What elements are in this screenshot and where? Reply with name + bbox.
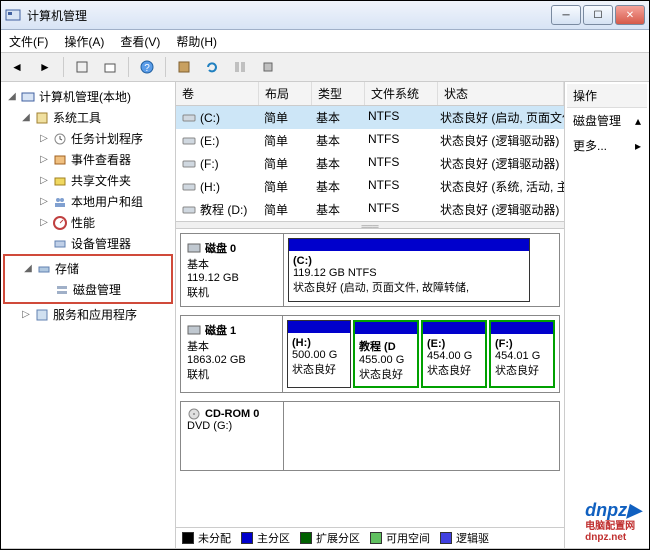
- col-layout: 布局: [259, 82, 312, 105]
- col-status: 状态: [438, 82, 564, 105]
- drive-icon: [182, 181, 196, 193]
- menu-file[interactable]: 文件(F): [9, 33, 48, 50]
- col-fs: 文件系统: [365, 82, 438, 105]
- menubar: 文件(F) 操作(A) 查看(V) 帮助(H): [1, 30, 649, 53]
- disk-row[interactable]: 磁盘 1基本1863.02 GB联机(H:)500.00 G状态良好教程 (D4…: [180, 315, 560, 393]
- tree-shared-folders[interactable]: ▷共享文件夹: [3, 170, 173, 191]
- menu-help[interactable]: 帮助(H): [176, 33, 217, 50]
- actions-pane: 操作 磁盘管理▴ 更多...▸: [565, 82, 649, 548]
- center-pane: 卷 布局 类型 文件系统 状态 (C:)简单基本NTFS状态良好 (启动, 页面…: [176, 82, 565, 548]
- tool-button-1[interactable]: [172, 55, 196, 79]
- volume-row[interactable]: (H:)简单基本NTFS状态良好 (系统, 活动, 主分区): [176, 175, 564, 198]
- tree-performance[interactable]: ▷性能: [3, 212, 173, 233]
- maximize-button[interactable]: ☐: [583, 5, 613, 25]
- disk-row[interactable]: CD-ROM 0DVD (G:): [180, 401, 560, 471]
- nav-tree[interactable]: ◢计算机管理(本地) ◢系统工具 ▷任务计划程序 ▷事件查看器 ▷共享文件夹 ▷…: [1, 82, 176, 548]
- partition[interactable]: 教程 (D455.00 G状态良好: [353, 320, 419, 388]
- tree-services[interactable]: ▷服务和应用程序: [3, 304, 173, 325]
- menu-view[interactable]: 查看(V): [120, 33, 160, 50]
- partition[interactable]: (E:)454.00 G状态良好: [421, 320, 487, 388]
- partition[interactable]: (C:)119.12 GB NTFS状态良好 (启动, 页面文件, 故障转储,: [288, 238, 530, 302]
- legend: 未分配 主分区 扩展分区 可用空间 逻辑驱: [176, 527, 564, 548]
- titlebar: 计算机管理 ─ ☐ ✕: [1, 1, 649, 30]
- cdrom-icon: [187, 408, 201, 420]
- drive-icon: [182, 204, 196, 216]
- col-type: 类型: [312, 82, 365, 105]
- disk-pane[interactable]: 磁盘 0基本119.12 GB联机(C:)119.12 GB NTFS状态良好 …: [176, 229, 564, 527]
- close-button[interactable]: ✕: [615, 5, 645, 25]
- disk-row[interactable]: 磁盘 0基本119.12 GB联机(C:)119.12 GB NTFS状态良好 …: [180, 233, 560, 307]
- volume-row[interactable]: (E:)简单基本NTFS状态良好 (逻辑驱动器): [176, 129, 564, 152]
- volume-header[interactable]: 卷 布局 类型 文件系统 状态: [176, 82, 564, 106]
- tool-button-2[interactable]: [228, 55, 252, 79]
- forward-button[interactable]: ►: [33, 55, 57, 79]
- app-icon: [5, 7, 21, 23]
- help-button[interactable]: ?: [135, 55, 159, 79]
- partition[interactable]: (F:)454.01 G状态良好: [489, 320, 555, 388]
- volume-row[interactable]: (C:)简单基本NTFS状态良好 (启动, 页面文件, 故障转储: [176, 106, 564, 129]
- tree-task-scheduler[interactable]: ▷任务计划程序: [3, 128, 173, 149]
- svg-text:?: ?: [144, 63, 150, 74]
- actions-more[interactable]: 更多...▸: [567, 133, 647, 158]
- disk-icon: [187, 324, 201, 336]
- tree-device-manager[interactable]: 设备管理器: [3, 233, 173, 254]
- actions-title: 操作: [567, 84, 647, 108]
- watermark-logo: dnpz▶电脑配置网dnpz.net: [585, 500, 641, 543]
- minimize-button[interactable]: ─: [551, 5, 581, 25]
- col-volume: 卷: [176, 82, 259, 105]
- volume-list[interactable]: (C:)简单基本NTFS状态良好 (启动, 页面文件, 故障转储(E:)简单基本…: [176, 106, 564, 221]
- partition[interactable]: (H:)500.00 G状态良好: [287, 320, 351, 388]
- tree-system-tools[interactable]: ◢系统工具: [3, 107, 173, 128]
- tree-storage[interactable]: ◢存储: [5, 258, 171, 279]
- tree-event-viewer[interactable]: ▷事件查看器: [3, 149, 173, 170]
- window-title: 计算机管理: [27, 7, 551, 24]
- volume-row[interactable]: 教程 (D:)简单基本NTFS状态良好 (逻辑驱动器): [176, 198, 564, 221]
- properties-button[interactable]: [98, 55, 122, 79]
- tool-button-3[interactable]: [256, 55, 280, 79]
- refresh-button[interactable]: [200, 55, 224, 79]
- disk-icon: [187, 242, 201, 254]
- back-button[interactable]: ◄: [5, 55, 29, 79]
- toolbar: ◄ ► ?: [1, 53, 649, 82]
- actions-disk-mgmt[interactable]: 磁盘管理▴: [567, 108, 647, 133]
- tree-root[interactable]: ◢计算机管理(本地): [3, 86, 173, 107]
- tree-local-users[interactable]: ▷本地用户和组: [3, 191, 173, 212]
- volume-row[interactable]: (F:)简单基本NTFS状态良好 (逻辑驱动器): [176, 152, 564, 175]
- drive-icon: [182, 135, 196, 147]
- menu-action[interactable]: 操作(A): [64, 33, 104, 50]
- drive-icon: [182, 158, 196, 170]
- tree-disk-management[interactable]: 磁盘管理: [5, 279, 171, 300]
- splitter[interactable]: ═══: [176, 221, 564, 229]
- drive-icon: [182, 112, 196, 124]
- up-button[interactable]: [70, 55, 94, 79]
